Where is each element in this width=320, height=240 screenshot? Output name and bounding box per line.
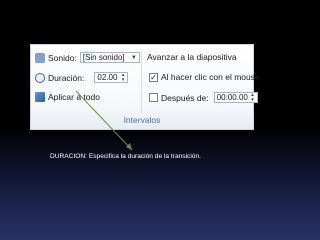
pointer-arrow	[75, 90, 133, 151]
arrow-line	[75, 90, 133, 151]
caption-text: DURACION: Especifica la duración de la t…	[50, 153, 201, 160]
